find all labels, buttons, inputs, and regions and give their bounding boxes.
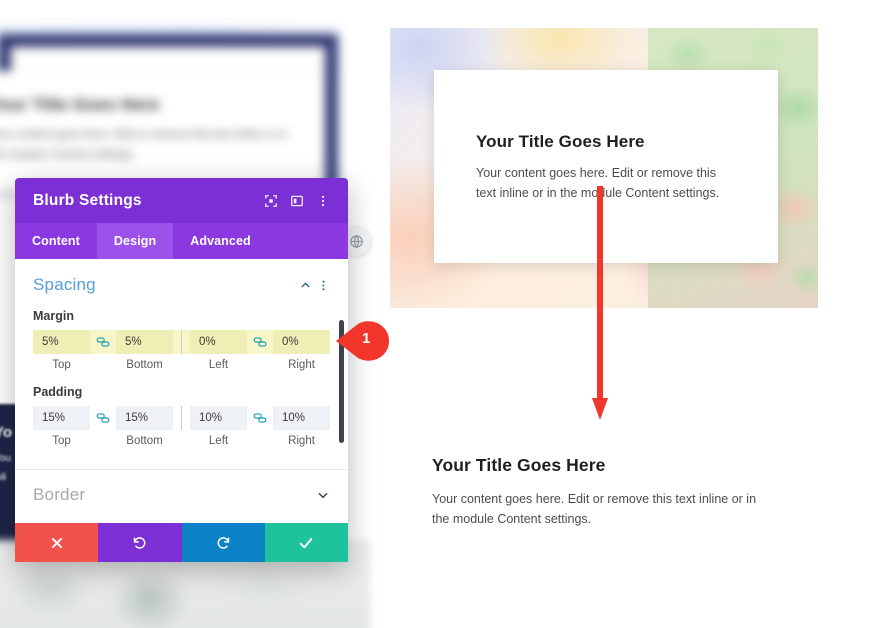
redo-button[interactable]: [181, 523, 265, 562]
margin-labels-row: Top Bottom Left Right: [33, 359, 330, 371]
red-down-arrow: [592, 186, 608, 428]
margin-right-label: Right: [288, 359, 315, 371]
save-button[interactable]: [264, 523, 348, 562]
border-section-title: Border: [33, 485, 86, 504]
padding-right-label: Right: [288, 435, 315, 447]
padding-left-input[interactable]: 10%: [190, 406, 247, 430]
padding-right-input[interactable]: 10%: [273, 406, 330, 430]
preview-bottom-block[interactable]: Your Title Goes Here Your content goes h…: [432, 455, 772, 530]
padding-labels-row: Top Bottom Left Right: [33, 435, 330, 447]
margin-bottom-label: Bottom: [126, 359, 163, 371]
preview-bottom-title: Your Title Goes Here: [432, 455, 606, 475]
padding-divider: [181, 406, 182, 430]
background-card-title: Your Title Goes Here: [0, 95, 160, 114]
tab-design[interactable]: Design: [96, 223, 174, 259]
tab-advanced[interactable]: Advanced: [173, 223, 268, 259]
margin-top-label: Top: [52, 359, 71, 371]
border-section-header[interactable]: Border: [15, 470, 348, 520]
background-blurb-card: Your Title Goes Here Your content goes h…: [0, 71, 325, 193]
kebab-menu-icon[interactable]: [310, 188, 336, 214]
preview-card-title: Your Title Goes Here: [476, 132, 645, 151]
tab-content[interactable]: Content: [15, 223, 97, 259]
screenshot-root: Your Title Goes Here Your content goes h…: [0, 0, 880, 628]
padding-top-label: Top: [52, 435, 71, 447]
margin-label: Margin: [33, 309, 74, 323]
chevron-up-icon[interactable]: [296, 276, 314, 294]
modal-title: Blurb Settings: [33, 191, 142, 209]
chevron-down-icon[interactable]: [314, 486, 332, 504]
padding-group: Padding 15% 15% 10% 10% Top Bottom Left …: [15, 385, 348, 447]
margin-right-input[interactable]: 0%: [273, 330, 330, 354]
modal-tab-bar: Content Design Advanced: [15, 223, 348, 259]
modal-body: Spacing Margin 5% 5% 0% 0% Top Bottom Le…: [15, 259, 348, 523]
margin-top-input[interactable]: 5%: [33, 330, 90, 354]
spacing-section-title: Spacing: [33, 275, 96, 294]
cancel-button[interactable]: [15, 523, 99, 562]
expand-fullscreen-icon[interactable]: [258, 188, 284, 214]
padding-fields-row: 15% 15% 10% 10%: [33, 406, 330, 430]
preview-bottom-body: Your content goes here. Edit or remove t…: [432, 492, 757, 527]
margin-divider: [181, 330, 182, 354]
padding-label: Padding: [33, 385, 83, 399]
margin-left-input[interactable]: 0%: [190, 330, 247, 354]
modal-header: Blurb Settings: [15, 178, 348, 223]
padding-left-label: Left: [208, 435, 229, 447]
link-chain-icon[interactable]: [90, 412, 116, 424]
background-navy-frame: Your Title Goes Here Your content goes h…: [0, 34, 338, 194]
link-chain-icon[interactable]: [90, 336, 116, 348]
modal-footer: [15, 523, 348, 562]
padding-bottom-label: Bottom: [126, 435, 163, 447]
margin-bottom-input[interactable]: 5%: [116, 330, 173, 354]
margin-fields-row: 5% 5% 0% 0%: [33, 330, 330, 354]
callout-number: 1: [362, 330, 371, 347]
blurb-settings-modal: Blurb Settings Content Design Advanced S…: [15, 178, 348, 562]
spacing-kebab-menu-icon[interactable]: [314, 276, 332, 294]
link-chain-icon[interactable]: [247, 412, 273, 424]
margin-left-label: Left: [208, 359, 229, 371]
background-card-body: Your content goes here. Edit or remove t…: [0, 129, 288, 162]
padding-bottom-input[interactable]: 15%: [116, 406, 173, 430]
background-navy-heading: Yo: [0, 424, 13, 441]
padding-top-input[interactable]: 15%: [33, 406, 90, 430]
panel-layout-icon[interactable]: [284, 188, 310, 214]
link-chain-icon[interactable]: [247, 336, 273, 348]
callout-badge-1: 1: [336, 320, 392, 362]
undo-button[interactable]: [98, 523, 182, 562]
margin-group: Margin 5% 5% 0% 0% Top Bottom Left Right: [15, 309, 348, 371]
spacing-section-header: Spacing: [15, 259, 348, 295]
